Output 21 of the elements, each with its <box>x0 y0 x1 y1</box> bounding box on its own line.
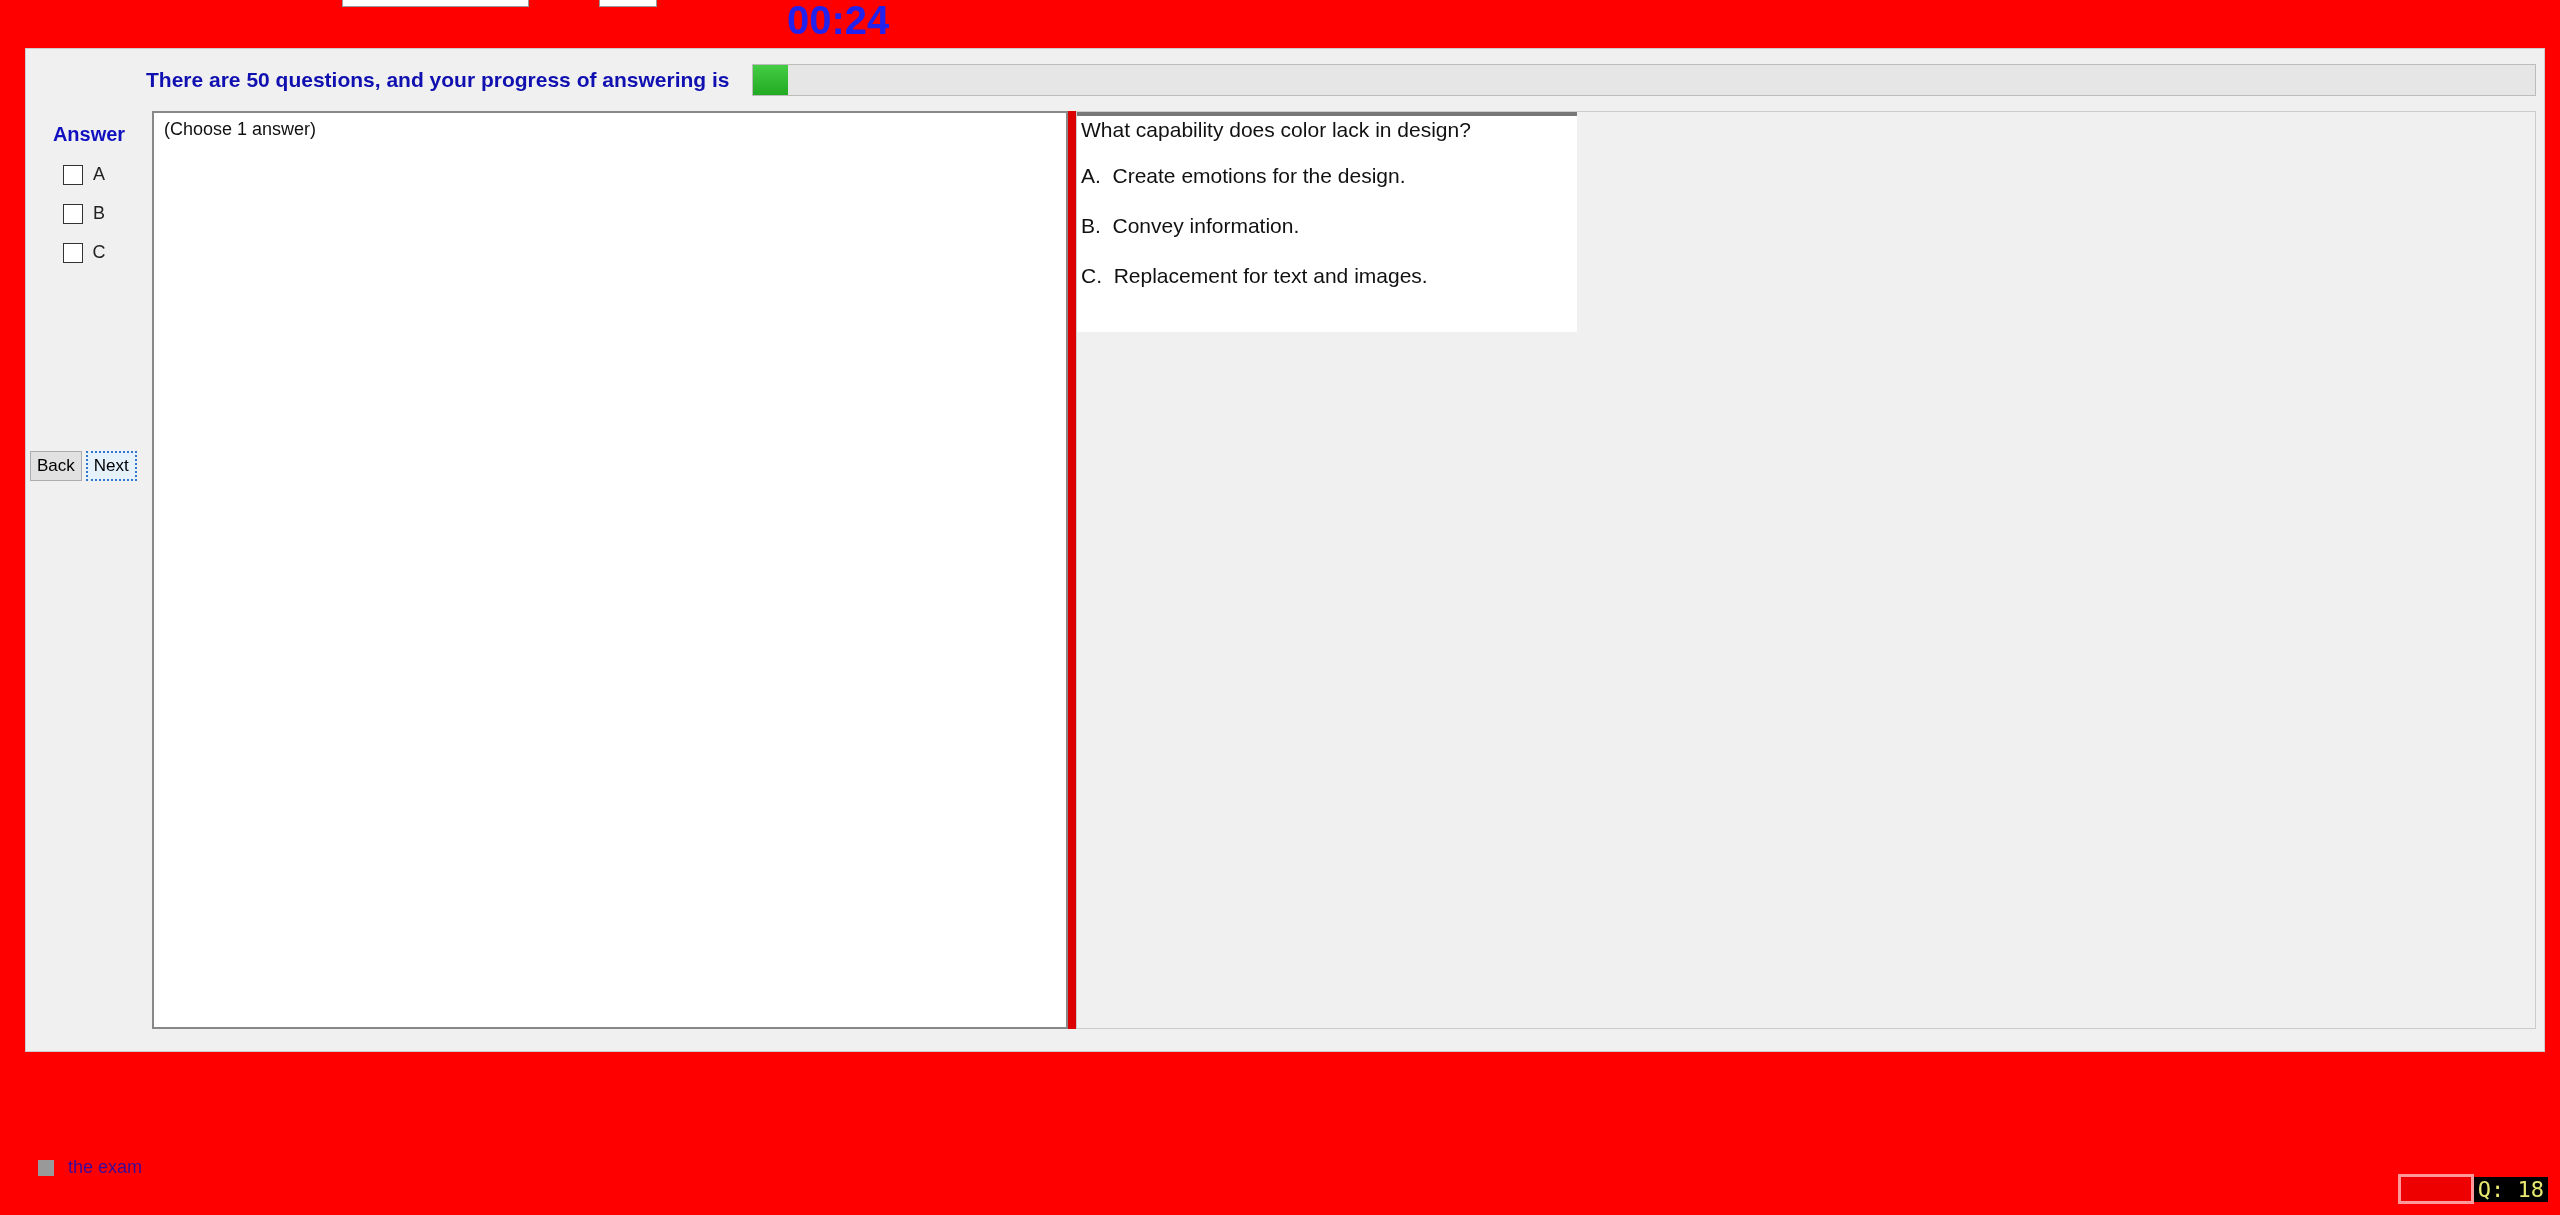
answer-choice: A. Create emotions for the design. <box>1081 164 1407 188</box>
input-field[interactable] <box>599 0 657 7</box>
answer-text-box: (Choose 1 answer) <box>152 111 1068 1029</box>
checkbox[interactable] <box>63 203 83 224</box>
next-button[interactable]: Next <box>85 451 137 481</box>
checkbox[interactable] <box>63 164 83 185</box>
answer-choice: C. Replacement for text and images. <box>1081 264 1429 288</box>
progress-label: There are 50 questions, and your progress of answering is <box>146 68 730 92</box>
back-button[interactable]: Back <box>30 451 82 481</box>
checkbox[interactable] <box>62 242 83 263</box>
checkbox[interactable] <box>38 1159 54 1176</box>
option-label: C <box>92 242 106 263</box>
finish-label: the exam <box>68 1157 143 1178</box>
question-text: What capability does color lack in design? <box>1081 118 1472 142</box>
answer-choice: B. Convey information. <box>1081 214 1301 238</box>
question-counter: Q: 18 <box>2473 1176 2548 1202</box>
input-field[interactable] <box>342 0 529 7</box>
option-label: B <box>93 203 105 224</box>
answer-heading: Answer <box>52 123 126 146</box>
countdown-timer: 00:24 <box>787 0 890 40</box>
option-label: A <box>93 164 105 185</box>
